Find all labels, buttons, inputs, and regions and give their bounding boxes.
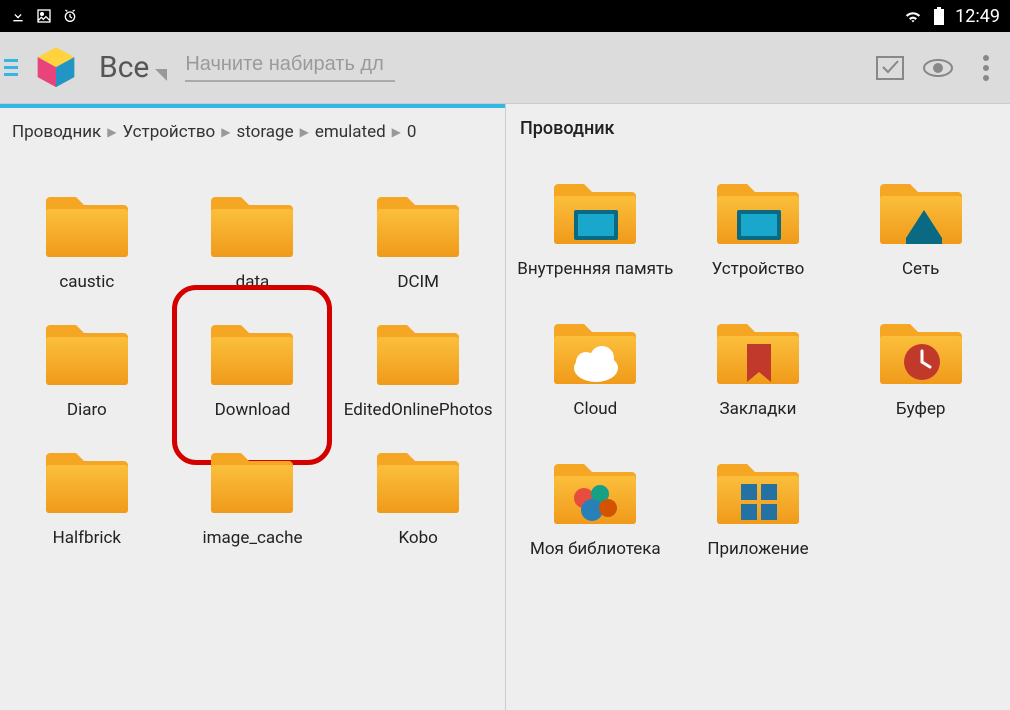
folder-icon (207, 310, 297, 390)
breadcrumb-item[interactable]: Устройство (122, 122, 215, 142)
chevron-right-icon: ▶ (392, 125, 401, 139)
folder-icon (876, 309, 966, 389)
folder-icon (373, 182, 463, 262)
breadcrumb-item[interactable]: Проводник (12, 122, 101, 142)
location-item[interactable]: Буфер (841, 309, 1000, 419)
alarm-icon (62, 8, 78, 24)
pane-title: Проводник (506, 104, 1010, 149)
breadcrumb-item[interactable]: 0 (407, 122, 417, 142)
dropdown-arrow-icon[interactable] (155, 69, 167, 81)
folder-item[interactable]: image_cache (172, 438, 334, 548)
folder-icon (207, 438, 297, 518)
left-pane: Проводник▶Устройство▶storage▶emulated▶0 … (0, 104, 505, 710)
location-item[interactable]: Закладки (679, 309, 838, 419)
location-item[interactable]: Cloud (516, 309, 675, 419)
location-item[interactable]: Внутренняя память (516, 169, 675, 279)
chevron-right-icon: ▶ (107, 125, 116, 139)
folder-icon (42, 182, 132, 262)
clock-text: 12:49 (955, 6, 1000, 27)
folder-icon (207, 182, 297, 262)
folder-item[interactable]: EditedOnlinePhotos (337, 310, 499, 420)
location-label: Приложение (707, 539, 808, 559)
chevron-right-icon: ▶ (221, 125, 230, 139)
location-item[interactable]: Устройство (679, 169, 838, 279)
location-item[interactable]: Моя библиотека (516, 449, 675, 559)
folder-icon (373, 438, 463, 518)
location-label: Устройство (712, 259, 805, 279)
folder-item[interactable]: Download (172, 310, 334, 420)
folder-label: EditedOnlinePhotos (344, 400, 493, 420)
breadcrumb-item[interactable]: storage (236, 122, 293, 142)
location-label: Внутренняя память (517, 259, 673, 279)
folder-icon (713, 309, 803, 389)
view-button[interactable] (914, 44, 962, 92)
folder-label: Halfbrick (53, 528, 121, 548)
overflow-menu-button[interactable] (962, 44, 1010, 92)
folder-icon (373, 310, 463, 390)
menu-button[interactable] (0, 59, 20, 76)
search-input[interactable] (185, 53, 395, 76)
image-icon (36, 8, 52, 24)
folder-label: DCIM (397, 272, 439, 292)
breadcrumb: Проводник ▶ Устройство ▶ storage ▶ emulated ▶ 0 (0, 108, 505, 152)
location-label: Моя библиотека (530, 539, 661, 559)
right-pane: Проводник Внутренняя память Устройство С… (505, 104, 1010, 710)
folder-item[interactable]: Kobo (337, 438, 499, 548)
select-mode-button[interactable] (866, 44, 914, 92)
folder-icon (550, 309, 640, 389)
app-logo[interactable] (28, 40, 83, 95)
folder-icon (876, 169, 966, 249)
folder-label: Kobo (398, 528, 437, 548)
download-icon (10, 8, 26, 24)
filter-dropdown-label[interactable]: Все (99, 50, 149, 85)
location-label: Cloud (573, 399, 617, 419)
battery-icon (933, 7, 945, 25)
folder-icon (550, 169, 640, 249)
folder-label: image_cache (203, 528, 303, 548)
folder-item[interactable]: DCIM (337, 182, 499, 292)
folder-item[interactable]: Diaro (6, 310, 168, 420)
location-label: Сеть (902, 259, 939, 279)
chevron-right-icon: ▶ (300, 125, 309, 139)
location-item[interactable]: Приложение (679, 449, 838, 559)
folder-item[interactable]: Halfbrick (6, 438, 168, 548)
folder-label: data (236, 272, 270, 292)
location-label: Буфер (896, 399, 946, 419)
folder-item[interactable]: caustic (6, 182, 168, 292)
folder-icon (42, 438, 132, 518)
folder-item[interactable]: data (172, 182, 334, 292)
status-bar: 12:49 (0, 0, 1010, 32)
location-label: Закладки (720, 399, 797, 419)
folder-label: caustic (59, 272, 114, 292)
wifi-icon (903, 8, 923, 24)
location-item[interactable]: Сеть (841, 169, 1000, 279)
folder-label: Diaro (67, 400, 107, 420)
folder-label: Download (215, 400, 291, 420)
folder-icon (550, 449, 640, 529)
folder-icon (42, 310, 132, 390)
breadcrumb-item[interactable]: emulated (315, 122, 386, 142)
folder-icon (713, 449, 803, 529)
folder-icon (713, 169, 803, 249)
toolbar: Все (0, 32, 1010, 104)
